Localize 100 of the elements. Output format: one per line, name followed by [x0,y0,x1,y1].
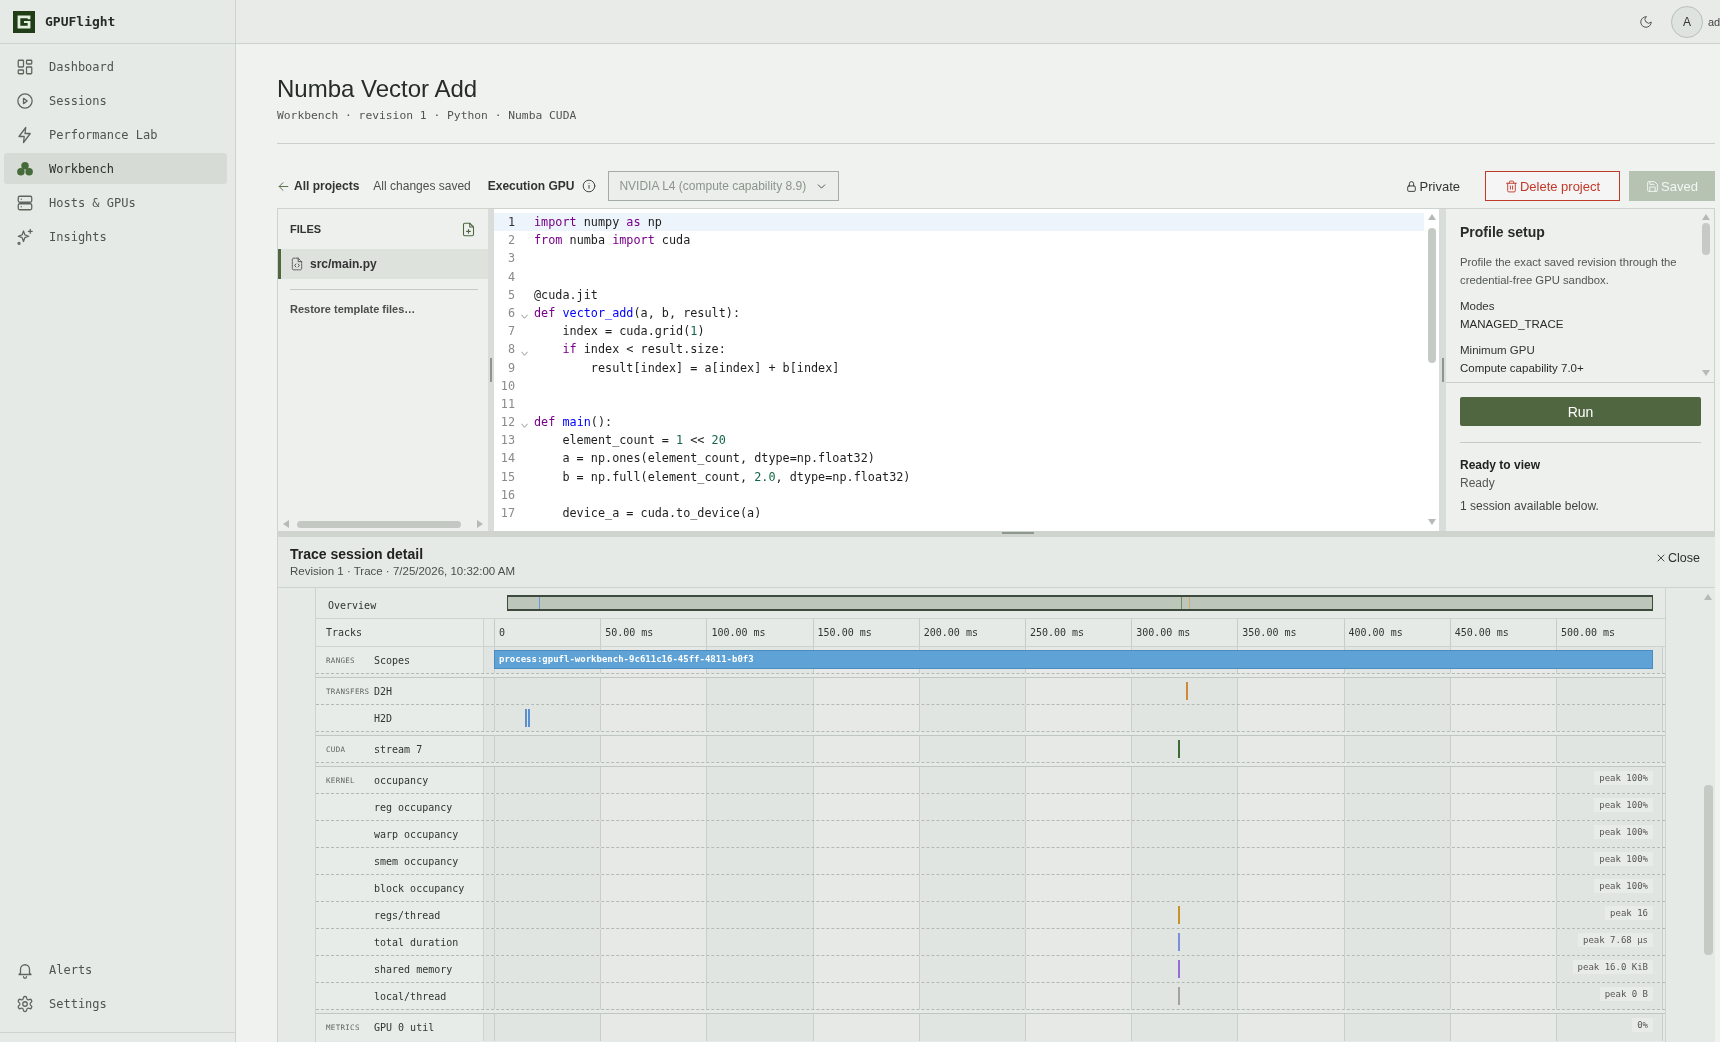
run-button[interactable]: Run [1460,397,1701,426]
user-name[interactable]: ad [1708,15,1720,28]
peak-label: peak 100% [1594,825,1653,839]
field-value: MANAGED_TRACE [1460,317,1564,332]
panel-heading: FILES [290,223,322,235]
resize-handle[interactable] [1441,358,1444,382]
event-marker[interactable] [1177,933,1180,951]
resize-handle[interactable] [490,358,492,382]
nav-item[interactable]: Settings [4,988,227,1019]
event-marker[interactable] [1177,740,1180,758]
logo-icon [13,10,35,33]
panel-title: Profile setup [1460,223,1545,241]
track-label: Scopes [374,654,411,666]
event-marker[interactable] [524,709,527,727]
grid-icon [16,57,34,76]
play-circle-icon [16,91,34,110]
file-code-icon [290,257,304,271]
event-marker[interactable] [1186,682,1189,700]
peak-label: peak 0 B [1599,987,1653,1001]
event-marker[interactable] [1177,987,1180,1005]
app-name: GPUFlight [45,14,116,29]
close-button[interactable]: Close [1655,551,1700,565]
panel-title: Trace session detail [290,545,424,563]
axis-tick-label: 200.00 ms [923,627,978,638]
track-label: stream 7 [374,743,423,755]
code-text: index = cuda.grid(1) [561,323,705,341]
nav-item[interactable]: Insights [4,221,227,252]
back-link[interactable]: All projects [277,179,360,193]
field-label: Minimum GPU [1460,343,1535,358]
delete-button[interactable]: Delete project [1485,171,1620,201]
code-text: a = np.ones(element_count, dtype=np.float32) [561,450,875,468]
code-text: from numba import cuda [534,232,691,250]
settings-icon [16,994,34,1013]
restore-link[interactable]: Restore template files… [278,290,428,328]
file-plus-icon[interactable] [461,221,476,237]
code-text: def main(): [534,414,613,432]
moon-icon[interactable] [1639,14,1653,29]
page-subtitle: Workbench · revision 1 · Python · Numba CUDA [277,108,577,124]
status-title: Ready to view [1460,457,1541,474]
line-number: 17 [500,505,515,522]
chevron-down-icon[interactable] [521,314,528,320]
line-number: 9 [507,359,515,377]
info-icon[interactable] [582,179,597,193]
event-marker[interactable] [1177,960,1180,978]
axis-tick-label: 300.00 ms [1136,627,1191,638]
track-label: D2H [374,685,393,697]
column-heading: Tracks [326,627,363,638]
scrollbar-thumb[interactable] [1704,785,1713,955]
axis-tick-label: 150.00 ms [817,627,872,638]
track-label: occupancy [374,774,429,786]
peak-label: 0% [1632,1018,1653,1032]
axis-tick-label: 250.00 ms [1029,627,1085,638]
axis-tick-label: 50.00 ms [605,627,654,638]
save-status: All changes saved [373,179,471,193]
peak-label: peak 100% [1594,771,1653,785]
axis-tick-label: 100.00 ms [711,627,766,638]
scrollbar-thumb[interactable] [1702,223,1710,255]
chevron-down-icon[interactable] [521,423,528,429]
code-text: element_count = 1 << 20 [561,432,726,450]
scrollbar-thumb[interactable] [1427,228,1436,363]
code-text: result[index] = a[index] + b[index] [589,359,840,377]
field-label: Modes [1460,299,1495,314]
track-label: H2D [374,712,393,724]
overview-bar[interactable] [507,595,1653,611]
status-text: Ready [1460,475,1495,492]
page-title: Numba Vector Add [277,74,478,104]
line-number: 14 [500,450,515,468]
lightning-icon [16,125,34,144]
axis-tick-label: 350.00 ms [1242,627,1297,638]
track-label: smem occupancy [374,855,459,867]
triangle-up-icon[interactable] [1704,594,1712,600]
nav-item[interactable]: Hosts & GPUs [4,187,227,218]
line-number: 5 [507,286,515,304]
nav-item[interactable]: Workbench [4,153,227,184]
line-number: 11 [500,395,515,413]
code-text: def vector_add(a, b, result): [534,304,740,322]
code-text: if index < result.size: [561,341,726,359]
resize-handle[interactable] [1002,532,1034,534]
line-number: 12 [500,414,515,432]
event-marker[interactable] [528,709,531,727]
nav-item[interactable]: Sessions [4,85,227,116]
triangle-down-icon[interactable] [1702,370,1710,376]
track-label: shared memory [374,963,453,975]
nav-item[interactable]: Alerts [4,954,227,985]
chevron-down-icon[interactable] [521,350,528,356]
file-item[interactable]: src/main.py [278,249,488,279]
peak-label: peak 100% [1594,879,1653,893]
visibility-button[interactable]: Private [1404,178,1460,194]
tree-icon [16,159,34,178]
scrollbar-thumb[interactable] [297,520,461,528]
peak-label: peak 16.0 KiB [1572,960,1653,974]
nav-item[interactable]: Performance Lab [4,119,227,150]
user-avatar[interactable]: A [1671,5,1703,38]
track-label: GPU 0 util [374,1022,435,1033]
field-value: Compute capability 7.0+ [1460,361,1584,376]
sparkles-icon [16,227,34,246]
peak-label: peak 100% [1594,798,1653,812]
line-number: 13 [500,432,515,450]
nav-item[interactable]: Dashboard [4,51,227,82]
event-marker[interactable] [1177,906,1180,924]
